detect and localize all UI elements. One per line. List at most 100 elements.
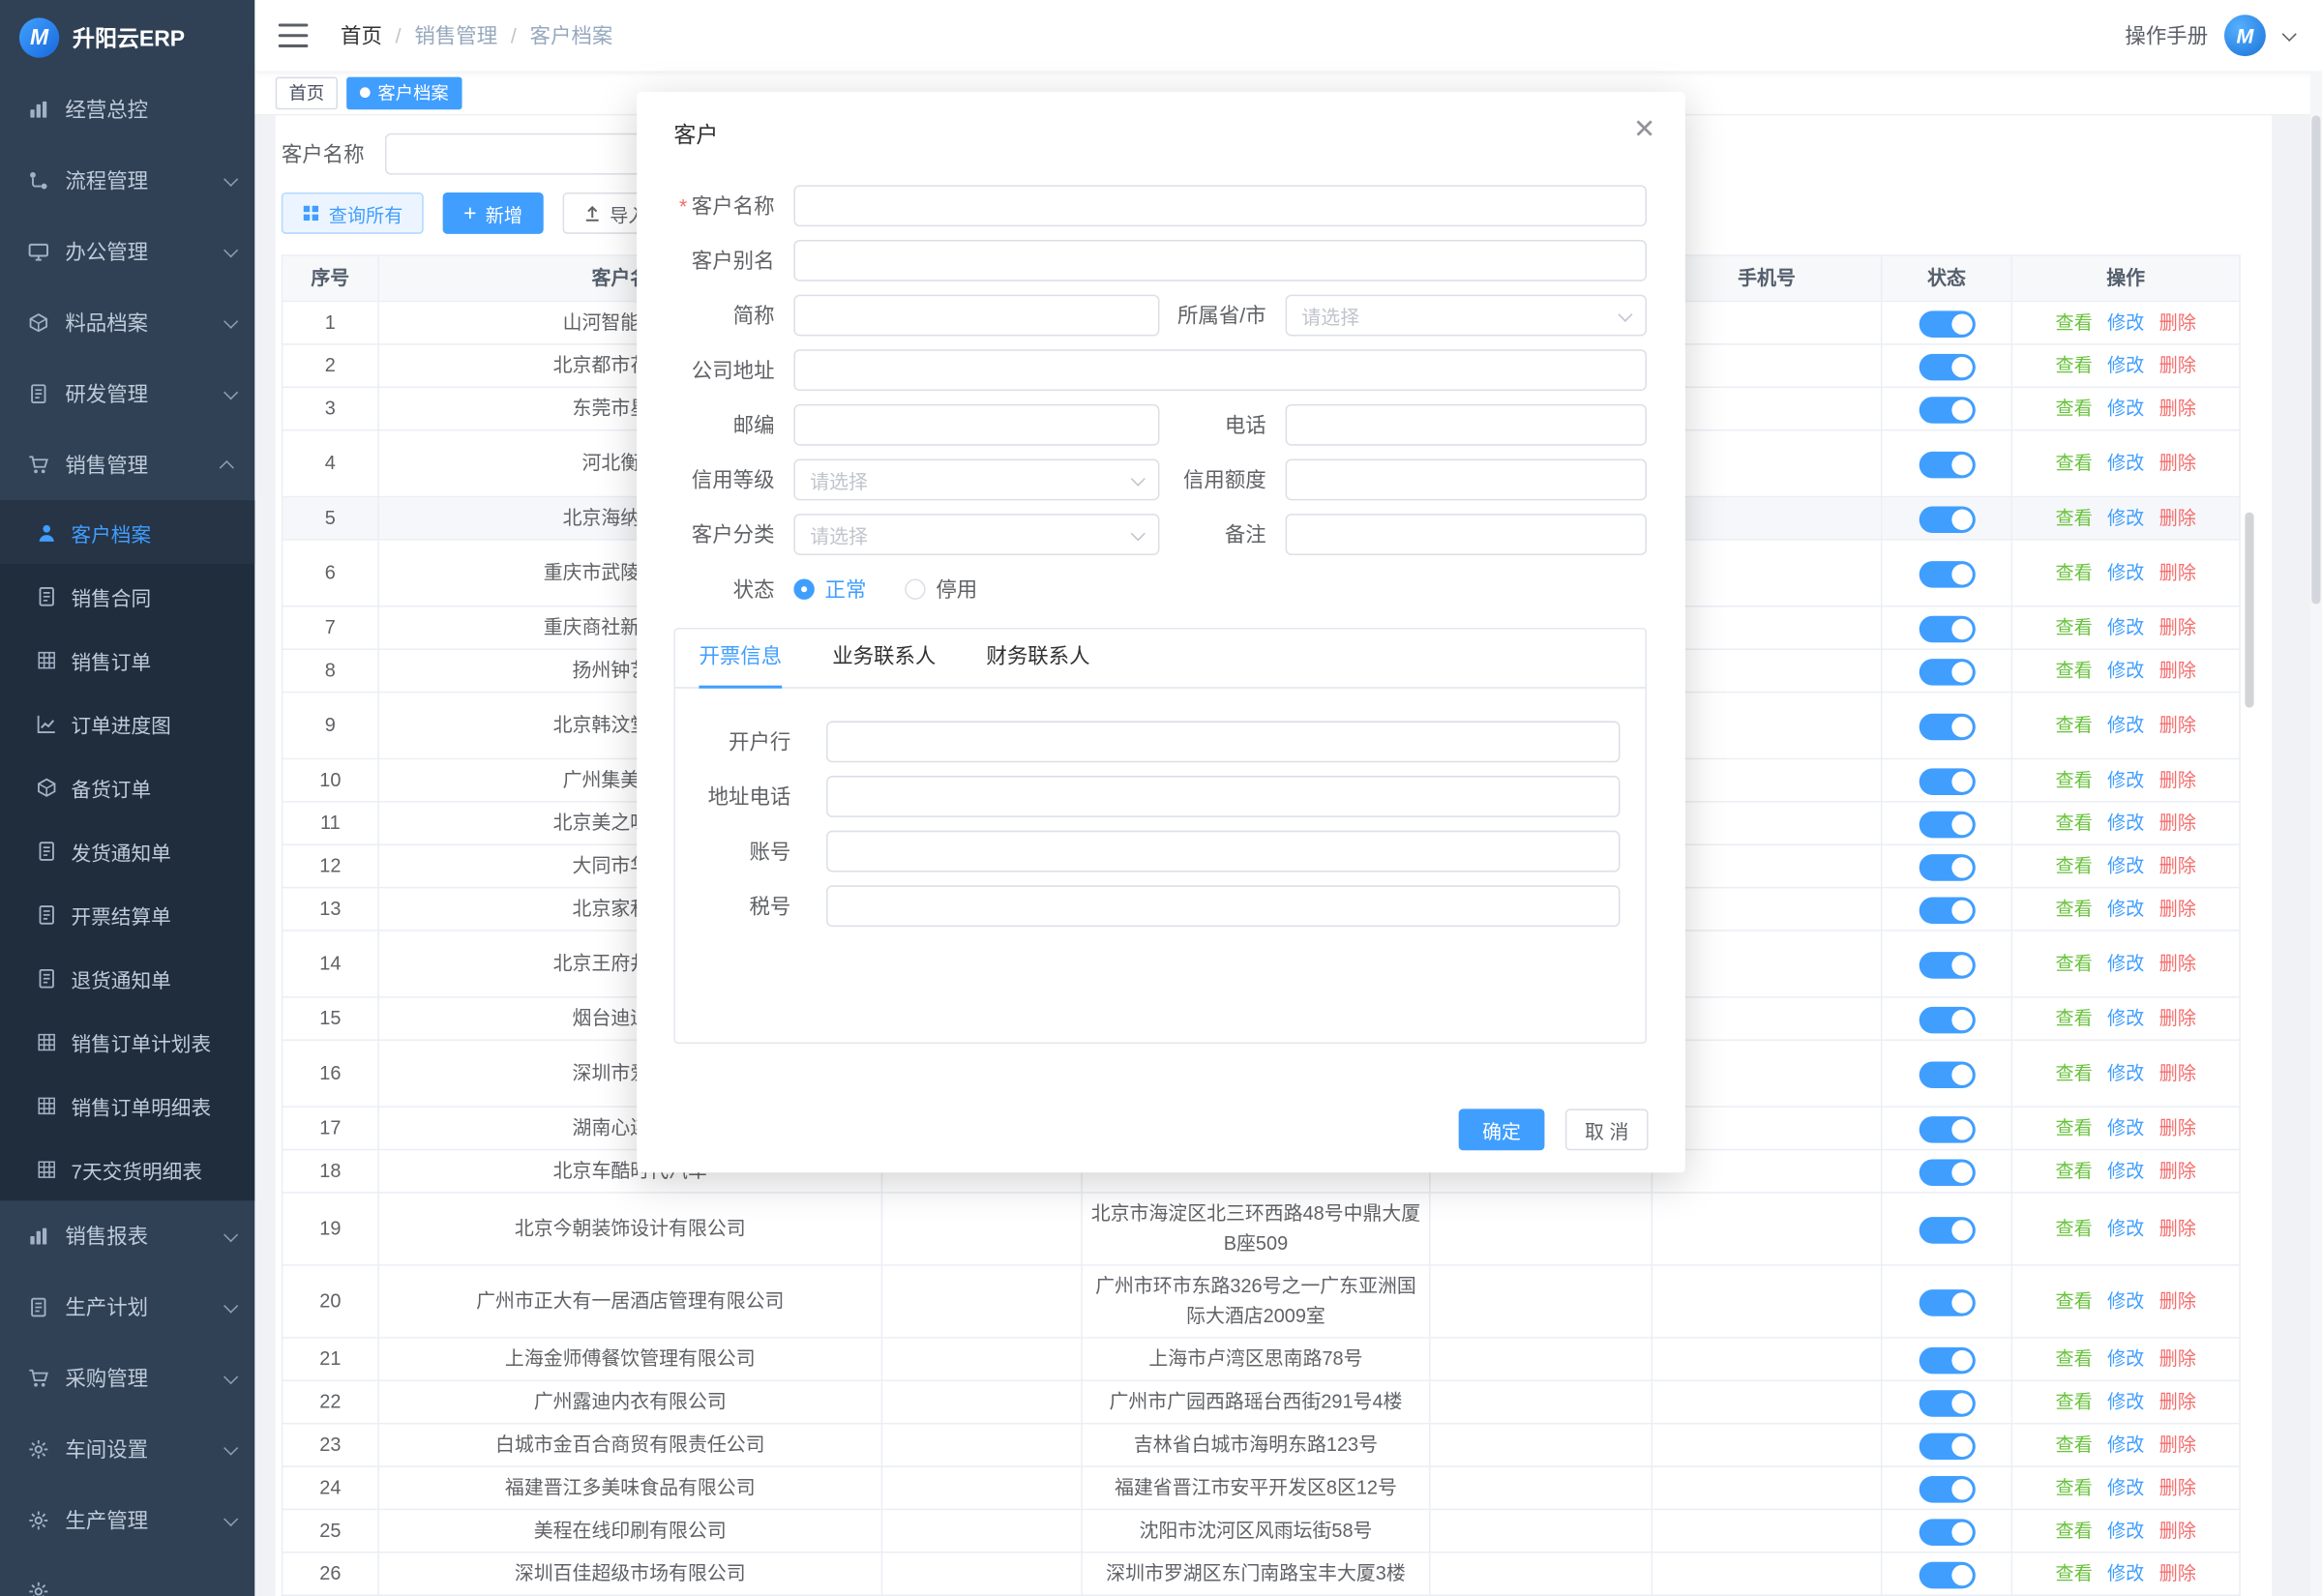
edit-link[interactable]: 修改: [2107, 1219, 2144, 1239]
view-link[interactable]: 查看: [2055, 1478, 2092, 1498]
edit-link[interactable]: 修改: [2107, 1521, 2144, 1541]
sidebar-item[interactable]: 车间设置: [0, 1414, 254, 1485]
sidebar-subitem[interactable]: 开票结算单: [0, 882, 254, 946]
edit-link[interactable]: 修改: [2107, 617, 2144, 637]
sidebar-subitem[interactable]: 销售合同: [0, 564, 254, 628]
edit-link[interactable]: 修改: [2107, 856, 2144, 876]
edit-link[interactable]: 修改: [2107, 1008, 2144, 1028]
status-toggle[interactable]: [1919, 1115, 1975, 1142]
edit-link[interactable]: 修改: [2107, 1478, 2144, 1498]
delete-link[interactable]: 删除: [2159, 312, 2196, 333]
edit-link[interactable]: 修改: [2107, 954, 2144, 974]
credit-level-select[interactable]: 请选择: [793, 458, 1159, 500]
view-link[interactable]: 查看: [2055, 508, 2092, 528]
edit-link[interactable]: 修改: [2107, 1563, 2144, 1583]
dialog-tab[interactable]: 开票信息: [699, 641, 782, 687]
delete-link[interactable]: 删除: [2159, 1291, 2196, 1312]
edit-link[interactable]: 修改: [2107, 770, 2144, 790]
status-toggle[interactable]: [1919, 1061, 1975, 1088]
category-select[interactable]: 请选择: [793, 514, 1159, 555]
delete-link[interactable]: 删除: [2159, 1434, 2196, 1455]
close-icon[interactable]: ✕: [1633, 115, 1655, 142]
delete-link[interactable]: 删除: [2159, 1348, 2196, 1369]
status-toggle[interactable]: [1919, 768, 1975, 795]
edit-link[interactable]: 修改: [2107, 899, 2144, 919]
remark-input[interactable]: [1286, 514, 1647, 555]
delete-link[interactable]: 删除: [2159, 813, 2196, 833]
view-link[interactable]: 查看: [2055, 1063, 2092, 1083]
view-link[interactable]: 查看: [2055, 1161, 2092, 1181]
sidebar-item[interactable]: 销售报表: [0, 1200, 254, 1271]
view-link[interactable]: 查看: [2055, 1392, 2092, 1412]
view-link[interactable]: 查看: [2055, 453, 2092, 473]
status-toggle[interactable]: [1919, 853, 1975, 880]
status-toggle[interactable]: [1919, 1475, 1975, 1502]
edit-link[interactable]: 修改: [2107, 1392, 2144, 1412]
status-radio[interactable]: 停用: [905, 575, 977, 605]
delete-link[interactable]: 删除: [2159, 1161, 2196, 1181]
edit-link[interactable]: 修改: [2107, 399, 2144, 419]
view-link[interactable]: 查看: [2055, 1348, 2092, 1369]
company-address-input[interactable]: [793, 349, 1647, 391]
view-link[interactable]: 查看: [2055, 954, 2092, 974]
edit-link[interactable]: 修改: [2107, 1291, 2144, 1312]
sidebar-item[interactable]: 生产管理: [0, 1485, 254, 1555]
view-link[interactable]: 查看: [2055, 1563, 2092, 1583]
sidebar-item[interactable]: 生产计划: [0, 1272, 254, 1343]
status-toggle[interactable]: [1919, 506, 1975, 533]
confirm-button[interactable]: 确定: [1459, 1108, 1545, 1150]
avatar[interactable]: M: [2224, 15, 2266, 56]
short-name-input[interactable]: [793, 295, 1159, 337]
edit-link[interactable]: 修改: [2107, 453, 2144, 473]
delete-link[interactable]: 删除: [2159, 661, 2196, 681]
province-select[interactable]: 请选择: [1286, 295, 1647, 337]
status-toggle[interactable]: [1919, 1433, 1975, 1460]
edit-link[interactable]: 修改: [2107, 508, 2144, 528]
delete-link[interactable]: 删除: [2159, 1478, 2196, 1498]
view-link[interactable]: 查看: [2055, 399, 2092, 419]
status-toggle[interactable]: [1919, 397, 1975, 424]
page-scrollbar-thumb[interactable]: [2311, 115, 2320, 604]
invoice-field-input[interactable]: [826, 721, 1620, 762]
view-link[interactable]: 查看: [2055, 1008, 2092, 1028]
add-button[interactable]: + 新增: [443, 192, 544, 234]
view-link[interactable]: 查看: [2055, 355, 2092, 375]
view-link[interactable]: 查看: [2055, 1219, 2092, 1239]
delete-link[interactable]: 删除: [2159, 899, 2196, 919]
delete-link[interactable]: 删除: [2159, 954, 2196, 974]
sidebar-subitem[interactable]: 客户档案: [0, 500, 254, 564]
view-link[interactable]: 查看: [2055, 312, 2092, 333]
menu-fold-icon[interactable]: [279, 23, 309, 46]
sidebar-subitem[interactable]: 订单进度图: [0, 692, 254, 755]
delete-link[interactable]: 删除: [2159, 563, 2196, 583]
breadcrumb-item[interactable]: 客户档案: [530, 20, 613, 50]
sidebar-subitem[interactable]: 销售订单: [0, 628, 254, 692]
status-toggle[interactable]: [1919, 353, 1975, 380]
page-scrollbar[interactable]: [2310, 71, 2322, 1596]
view-tag[interactable]: 客户档案: [346, 76, 461, 109]
credit-limit-input[interactable]: [1286, 458, 1647, 500]
status-toggle[interactable]: [1919, 1159, 1975, 1186]
sidebar-item[interactable]: 料品档案: [0, 287, 254, 358]
invoice-field-input[interactable]: [826, 885, 1620, 927]
status-toggle[interactable]: [1919, 952, 1975, 979]
delete-link[interactable]: 删除: [2159, 1219, 2196, 1239]
status-toggle[interactable]: [1919, 1288, 1975, 1315]
status-toggle[interactable]: [1919, 713, 1975, 740]
sidebar-subitem[interactable]: 发货通知单: [0, 818, 254, 882]
breadcrumb-item[interactable]: 首页: [341, 20, 382, 50]
view-link[interactable]: 查看: [2055, 899, 2092, 919]
edit-link[interactable]: 修改: [2107, 813, 2144, 833]
edit-link[interactable]: 修改: [2107, 1348, 2144, 1369]
delete-link[interactable]: 删除: [2159, 617, 2196, 637]
view-link[interactable]: 查看: [2055, 770, 2092, 790]
edit-link[interactable]: 修改: [2107, 1118, 2144, 1138]
sidebar-item[interactable]: [0, 1556, 254, 1596]
view-link[interactable]: 查看: [2055, 813, 2092, 833]
sidebar-subitem[interactable]: 销售订单明细表: [0, 1074, 254, 1138]
status-toggle[interactable]: [1919, 615, 1975, 642]
status-toggle[interactable]: [1919, 1346, 1975, 1374]
status-toggle[interactable]: [1919, 1216, 1975, 1243]
breadcrumb-item[interactable]: 销售管理: [414, 20, 497, 50]
sidebar-item[interactable]: 经营总控: [0, 74, 254, 145]
